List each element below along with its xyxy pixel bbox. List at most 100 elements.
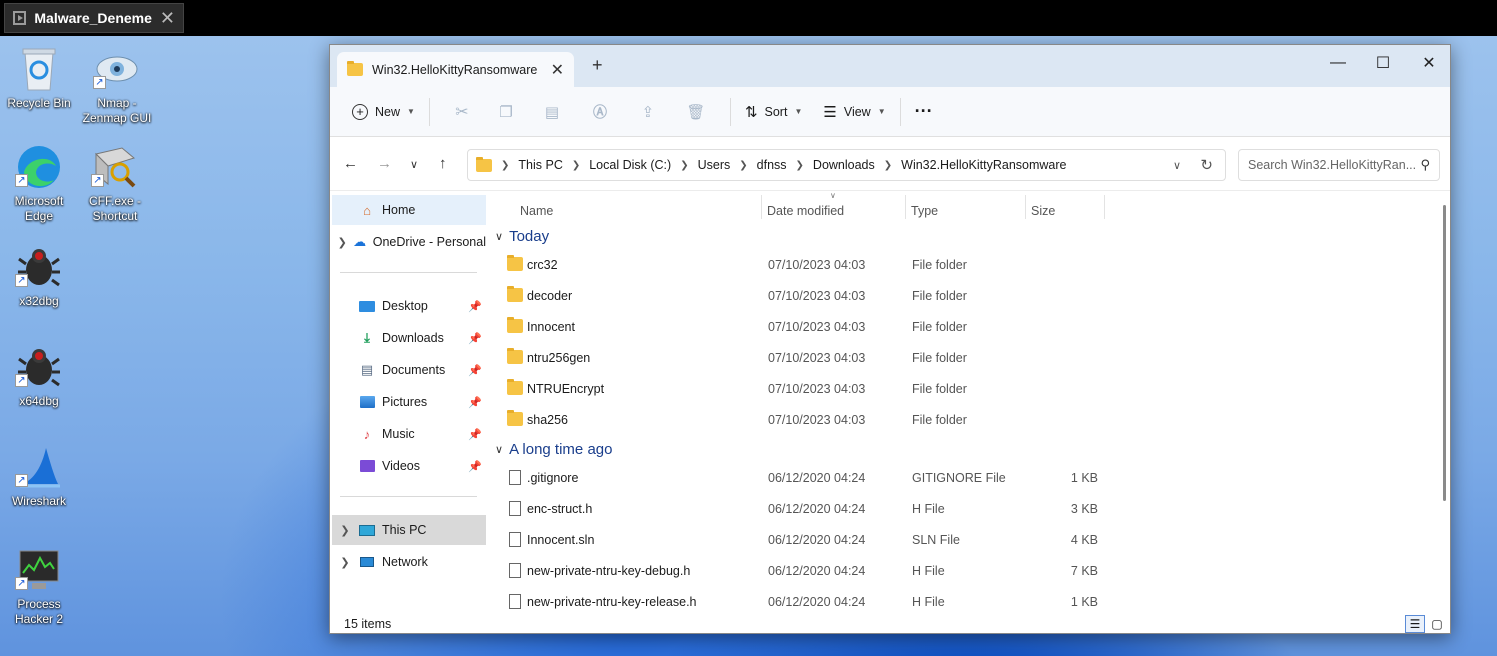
tiles-view-icon[interactable]: ▢ [1427,615,1447,633]
forward-arrow-icon[interactable]: → [377,155,392,172]
file-name: Innocent.sln [527,533,595,547]
music-note-icon: ♪ [363,426,371,442]
rename-icon[interactable]: Ⓐ [576,96,624,128]
column-date-modified[interactable]: Date modified [767,204,844,218]
sort-chevron-icon: ∨ [830,191,836,200]
breadcrumb-this-pc[interactable]: This PC [518,158,562,172]
expand-chevron-icon[interactable]: ❯ [332,524,358,537]
folder-icon [507,348,523,364]
file-date: 07/10/2023 04:03 [768,382,866,396]
more-options-icon[interactable]: ··· [911,96,937,128]
sidebar-item-label: Pictures [382,395,428,409]
refresh-icon[interactable]: ↻ [1200,156,1213,174]
search-box[interactable]: Search Win32.HelloKittyRan... ⚲ [1238,149,1440,181]
recent-locations-chevron-icon[interactable]: ∨ [410,158,418,171]
desktop-icon-nmap[interactable]: ↗ Nmap - Zenmap GUI [77,44,157,126]
delete-icon[interactable]: 🗑 [672,96,720,128]
column-name[interactable]: Name [520,204,553,218]
list-item[interactable]: Innocent 07/10/2023 04:03 File folder [507,312,1107,342]
chevron-right-icon: ❯ [680,159,689,171]
expand-chevron-icon[interactable]: ❯ [332,556,358,569]
list-item[interactable]: new-private-ntru-key-debug.h 06/12/2020 0… [507,556,1107,586]
list-item[interactable]: Innocent.sln 06/12/2020 04:24 SLN File 4 KB [507,525,1107,555]
sidebar-item-network[interactable]: ❯ Network [332,547,486,577]
view-button[interactable]: ☰ View ▼ [819,96,889,128]
video-icon [358,458,376,474]
desktop-icon-cff[interactable]: ↗ CFF.exe - Shortcut [75,142,155,224]
group-header-long-ago[interactable]: ∨ A long time ago [495,441,612,458]
file-type: File folder [912,289,967,303]
share-icon[interactable]: ⇪ [624,96,672,128]
expand-chevron-icon[interactable]: ❯ [332,236,353,249]
list-item[interactable]: decoder 07/10/2023 04:03 File folder [507,281,1107,311]
column-size[interactable]: Size [1031,204,1055,218]
list-item[interactable]: crc32 07/10/2023 04:03 File folder [507,250,1107,280]
list-item[interactable]: .gitignore 06/12/2020 04:24 GITIGNORE File… [507,463,1107,493]
desktop-icon-label: Process Hacker 2 [14,597,64,626]
cloud-icon: ☁ [353,234,367,249]
column-divider[interactable] [1104,195,1105,219]
new-tab-icon[interactable]: + [592,55,603,76]
title-bar: Win32.HelloKittyRansomware ✕ + — ☐ ✕ [330,45,1450,87]
column-divider[interactable] [1025,195,1026,219]
breadcrumb-local-disk[interactable]: Local Disk (C:) [589,158,671,172]
group-header-today[interactable]: ∨ Today [495,228,549,245]
pin-icon[interactable]: 📌 [468,364,482,377]
desktop-icon-x32dbg[interactable]: ↗ x32dbg [0,242,79,309]
sort-button[interactable]: ⇅ Sort ▼ [741,96,806,128]
desktop-icon-process-hacker[interactable]: ↗ Process Hacker 2 [0,545,79,627]
column-divider[interactable] [761,195,762,219]
pin-icon[interactable]: 📌 [468,460,482,473]
file-name: new-private-ntru-key-debug.h [527,564,691,578]
pin-icon[interactable]: 📌 [468,300,482,313]
sidebar-item-onedrive[interactable]: ❯ ☁ OneDrive - Personal [332,227,486,257]
desktop-icon-recycle-bin[interactable]: Recycle Bin [0,44,79,111]
breadcrumb-current-folder[interactable]: Win32.HelloKittyRansomware [901,158,1066,172]
pin-icon[interactable]: 📌 [468,428,482,441]
list-item[interactable]: enc-struct.h 06/12/2020 04:24 H File 3 KB [507,494,1107,524]
sidebar-item-music[interactable]: ♪ Music 📌 [332,419,486,449]
desktop-icon-x64dbg[interactable]: ↗ x64dbg [0,342,79,409]
sidebar-item-this-pc[interactable]: ❯ This PC [332,515,486,545]
file-name: Innocent [527,320,575,334]
file-date: 06/12/2020 04:24 [768,471,866,485]
sidebar-item-documents[interactable]: ▤ Documents 📌 [332,355,486,385]
pin-icon[interactable]: 📌 [468,396,482,409]
new-button[interactable]: + New ▼ [348,96,419,128]
close-window-icon[interactable]: ✕ [1414,51,1444,75]
desktop-icon-wireshark[interactable]: ↗ Wireshark [0,442,79,509]
vm-tab-close-icon[interactable]: ✕ [160,9,175,27]
copy-icon[interactable]: ❐ [484,96,528,128]
address-history-chevron-icon[interactable]: ∨ [1173,159,1181,172]
sidebar-item-desktop[interactable]: Desktop 📌 [332,291,486,321]
search-input[interactable]: Search Win32.HelloKittyRan... [1248,158,1416,172]
vm-tab[interactable]: Malware_Deneme ✕ [4,3,184,33]
explorer-tab[interactable]: Win32.HelloKittyRansomware ✕ [337,52,574,87]
sidebar-item-downloads[interactable]: ⤓ Downloads 📌 [332,323,486,353]
breadcrumb-dfnss[interactable]: dfnss [757,158,787,172]
minimize-icon[interactable]: — [1323,51,1353,75]
list-item[interactable]: sha256 07/10/2023 04:03 File folder [507,405,1107,435]
sidebar-item-pictures[interactable]: Pictures 📌 [332,387,486,417]
sidebar-item-home[interactable]: ⌂ Home [332,195,486,225]
column-type[interactable]: Type [911,204,938,218]
maximize-icon[interactable]: ☐ [1368,51,1398,75]
breadcrumb-downloads[interactable]: Downloads [813,158,875,172]
sidebar-item-label: Home [382,203,416,217]
desktop-icon-edge[interactable]: ↗ Microsoft Edge [0,142,79,224]
vertical-scrollbar[interactable] [1443,205,1446,501]
pin-icon[interactable]: 📌 [468,332,482,345]
back-arrow-icon[interactable]: ← [343,155,358,172]
cut-icon[interactable]: ✂ [440,96,484,128]
column-divider[interactable] [905,195,906,219]
tab-close-icon[interactable]: ✕ [551,60,564,80]
desktop-icon-label: x32dbg [19,294,59,308]
up-arrow-icon[interactable]: ↑ [439,155,447,172]
breadcrumb[interactable]: ❯ This PC ❯ Local Disk (C:) ❯ Users ❯ df… [467,149,1226,181]
list-item[interactable]: ntru256gen 07/10/2023 04:03 File folder [507,343,1107,373]
list-item[interactable]: NTRUEncrypt 07/10/2023 04:03 File folder [507,374,1107,404]
sidebar-item-videos[interactable]: Videos 📌 [332,451,486,481]
breadcrumb-users[interactable]: Users [698,158,731,172]
paste-icon[interactable]: ▤ [528,96,576,128]
details-view-icon[interactable]: ☰ [1405,615,1425,633]
